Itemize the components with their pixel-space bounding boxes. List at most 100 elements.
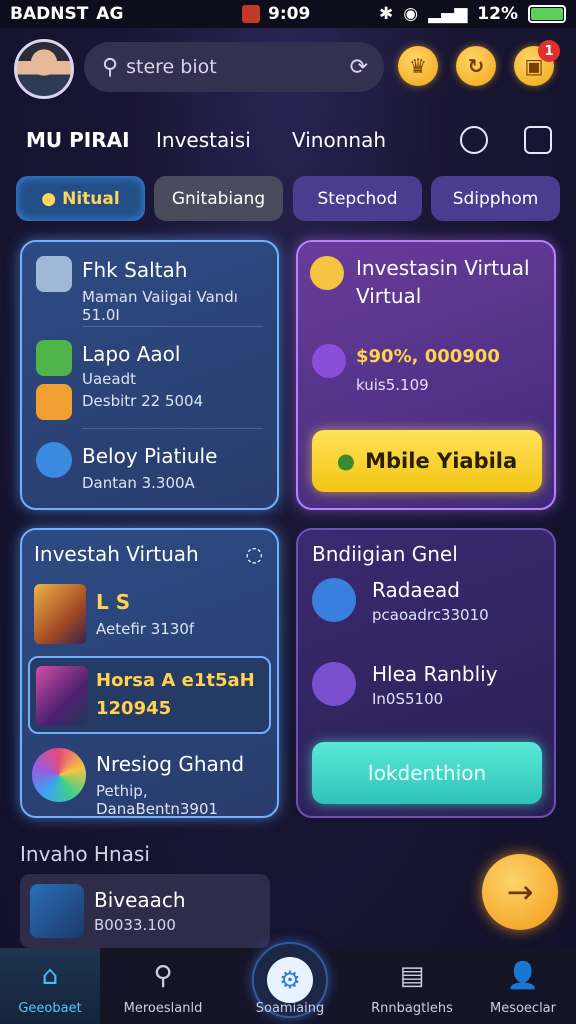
next-arrow-button[interactable]: → — [482, 854, 558, 930]
bottom-nav: ⌂ Geeobaet ⚲ Meroeslanld ⚙ · Soamiaing ▤… — [0, 942, 576, 1024]
item-subtitle: pcaoadrc33010 — [372, 606, 489, 624]
item-subtitle: Dantan 3.300A — [82, 474, 195, 492]
nav-label: Soamiaing — [255, 1001, 325, 1016]
tab-investaisi[interactable]: Investaisi — [156, 128, 251, 152]
list-item[interactable]: Hlea Ranbliy In0S5100 — [312, 658, 544, 722]
item-title: Beloy Piatiule — [82, 444, 218, 468]
nav-home[interactable]: ⌂ Geeobaet — [0, 948, 100, 1024]
card-value: $90%, 000900 — [356, 346, 500, 367]
card-title: Investasin Virtual Virtual — [356, 256, 530, 308]
item-title: Radaead — [372, 578, 460, 602]
wheel-icon — [32, 748, 86, 802]
item-subtitle: Uaeadt — [82, 370, 136, 388]
mail-icon — [36, 384, 72, 420]
item-title: Horsa A e1t5aH — [96, 670, 255, 691]
chip-label: Stepchod — [317, 188, 398, 209]
item-subtitle: Desbitr 22 5004 — [82, 392, 204, 410]
secondary-action-button[interactable]: Iokdenthion — [312, 742, 542, 804]
search-icon: ⚲ — [153, 961, 173, 991]
list-item-selected[interactable]: Horsa A e1t5aH 120945 — [28, 656, 271, 734]
item-title: Biveaach — [94, 888, 186, 912]
avatar[interactable] — [14, 39, 74, 99]
item-subtitle: B0033.100 — [94, 916, 176, 934]
send-icon — [312, 578, 356, 622]
bottom-list-item[interactable]: Biveaach B0033.100 — [20, 874, 270, 948]
chip-label: Gnitabiang — [171, 188, 266, 209]
card-title: Investah Virtuah — [34, 542, 199, 566]
tab-home[interactable]: MU PIRAI — [26, 128, 130, 152]
nav-search[interactable]: ⚲ Meroeslanld — [108, 948, 218, 1024]
section-title: Invaho Hnasi — [20, 842, 150, 866]
timer-icon[interactable] — [460, 126, 488, 154]
info-icon — [36, 442, 72, 478]
chat-icon[interactable]: ◌ — [246, 542, 263, 566]
carrier-name: BADNST — [10, 4, 89, 24]
trophy-icon — [312, 662, 356, 706]
nav-label: Meroeslanld — [123, 1001, 203, 1016]
list-item[interactable]: Radaead pcaoadrc33010 — [312, 574, 544, 638]
divider — [82, 428, 263, 429]
investment-card: Investasin Virtual Virtual $90%, 000900 … — [296, 240, 556, 510]
item-title: Fhk Saltah — [82, 258, 188, 282]
crown-icon[interactable]: ♛ — [398, 46, 438, 86]
item-title: L S — [96, 590, 131, 614]
button-label: Mbile Yiabila — [365, 449, 518, 473]
edit-icon[interactable] — [524, 126, 552, 154]
chip-label: Nitual — [62, 188, 120, 209]
thumbnail-image — [34, 584, 86, 644]
item-title: Lapo Aaol — [82, 342, 181, 366]
image-icon — [36, 256, 72, 292]
battery-icon — [528, 5, 566, 23]
nav-news[interactable]: ▤ Rnnbagtlehs — [357, 948, 467, 1024]
summary-card: Fhk Saltah Maman Vaiigai Vandı 51.0I Lap… — [20, 240, 279, 510]
item-title: Hlea Ranbliy — [372, 662, 498, 686]
search-icon: ⚲ — [102, 54, 119, 80]
battery-percent: 12% — [477, 4, 518, 24]
list-item[interactable]: Lapo Aaol Uaeadt Desbitr 22 5004 — [36, 340, 267, 420]
nav-label: Geeobaet — [18, 1001, 82, 1016]
primary-action-button[interactable]: ● Mbile Yiabila — [312, 430, 542, 492]
card-subvalue: kuis5.109 — [356, 376, 429, 394]
search-placeholder: stere biot — [126, 56, 217, 78]
user-icon: 👤 — [506, 961, 540, 991]
chip-nitual[interactable]: ● Nitual — [16, 176, 145, 221]
network-label: AG — [96, 4, 124, 24]
app-header: ⚲ stere biot ⟳ ♛ ↻ ▣ 1 — [0, 30, 576, 108]
item-subtitle: Pethip, DanaBentn3901 — [96, 782, 219, 818]
home-icon: ⌂ — [41, 961, 59, 991]
chip-gnitabiang[interactable]: Gnitabiang — [154, 176, 283, 221]
scan-icon[interactable]: ⟳ — [350, 55, 368, 80]
card-title: Bndiigian Gnel — [312, 542, 458, 566]
clock: 9:09 — [268, 4, 311, 24]
list-item[interactable]: Beloy Piatiule Dantan 3.300A — [36, 442, 267, 498]
search-input[interactable]: ⚲ stere biot ⟳ — [84, 42, 384, 92]
item-subtitle: Aetefir 3130f — [96, 620, 195, 638]
nav-profile[interactable]: 👤 Mesoeclar — [470, 948, 576, 1024]
list-item[interactable]: Fhk Saltah Maman Vaiigai Vandı 51.0I — [36, 256, 267, 324]
chip-stepchod[interactable]: Stepchod — [293, 176, 422, 221]
signal-icon: ▂▄▆ — [428, 4, 468, 24]
list-item[interactable]: L S Aetefir 3130f — [34, 584, 267, 648]
item-title: Nresiog Ghand — [96, 752, 245, 776]
filter-chips: ● Nitual Gnitabiang Stepchod Sdipphom — [0, 176, 576, 222]
ticket-icon — [312, 344, 346, 378]
button-label: Iokdenthion — [367, 761, 487, 785]
arrow-right-icon: → — [506, 873, 534, 911]
coin-icon — [310, 256, 344, 290]
wallet-icon[interactable]: ▣ 1 — [514, 40, 560, 86]
status-bar: BADNST AG 9:09 ✱ ◉ ▂▄▆ 12% — [0, 0, 576, 28]
nav-settings[interactable]: · Soamiaing — [235, 948, 345, 1024]
tab-vinonnah[interactable]: Vinonnah — [292, 128, 386, 152]
chip-sdipphom[interactable]: Sdipphom — [431, 176, 560, 221]
virtual-investment-card: Investah Virtuah ◌ L S Aetefir 3130f Hor… — [20, 528, 279, 818]
refresh-icon[interactable]: ↻ — [456, 46, 496, 86]
item-subtitle: 120945 — [96, 698, 172, 719]
nav-label: Mesoeclar — [489, 1001, 556, 1016]
item-subtitle: Maman Vaiigai Vandı 51.0I — [82, 288, 238, 324]
coin-icon: ● — [41, 188, 57, 209]
sparkle-icon: ● — [336, 449, 356, 473]
check-icon — [36, 340, 72, 376]
divider — [82, 326, 263, 327]
list-item[interactable]: Nresiog Ghand Pethip, DanaBentn3901 — [32, 746, 267, 818]
nav-label: Rnnbagtlehs — [371, 1001, 453, 1016]
